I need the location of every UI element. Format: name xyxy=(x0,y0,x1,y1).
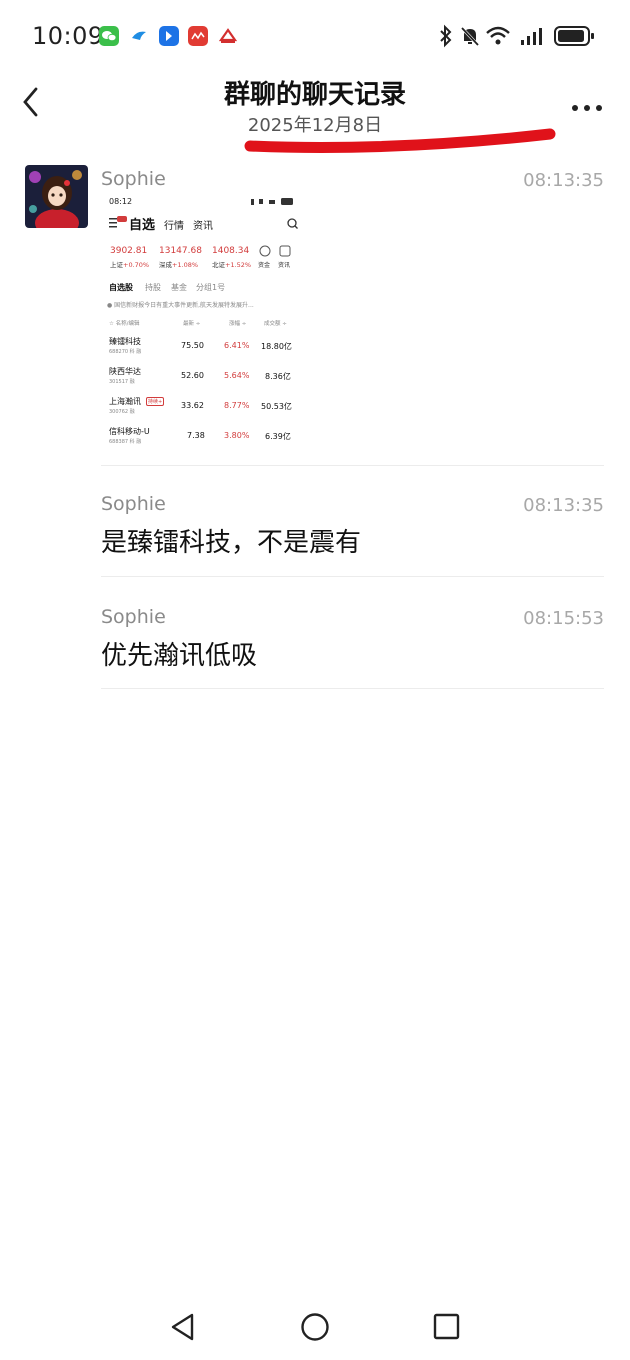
shot-menu-icon xyxy=(109,216,127,228)
shot-stock-price: 7.38 xyxy=(187,431,205,440)
shot-stock-change: 3.80% xyxy=(224,431,250,440)
avatar[interactable] xyxy=(25,165,88,228)
shot-quick-label: 资讯 xyxy=(278,262,291,269)
shot-tab: 资讯 xyxy=(193,221,213,232)
shot-column-header: ☆ 名称/编辑 xyxy=(109,321,140,327)
shot-column-header: 涨幅 ÷ xyxy=(229,321,247,327)
shot-subtab: 分组1号 xyxy=(196,283,226,292)
message-time: 08:13:35 xyxy=(523,170,604,191)
shot-index-value: 13147.68 xyxy=(159,246,202,256)
red-app-icon xyxy=(188,26,208,46)
blue-app-icon xyxy=(159,26,179,46)
shot-stock-change: 5.64% xyxy=(224,371,250,380)
battery-icon xyxy=(554,25,596,51)
shot-subtab: 基金 xyxy=(171,283,187,292)
shot-fund-icon xyxy=(259,245,271,257)
shot-stock-name: 臻镭科技 xyxy=(109,337,141,346)
shot-search-icon xyxy=(287,218,298,229)
nav-back-icon[interactable] xyxy=(168,1312,198,1342)
shot-status-time: 08:12 xyxy=(109,197,133,206)
mute-bell-icon xyxy=(458,24,482,52)
shot-stock-code: 688270 科 融 xyxy=(109,349,142,355)
shot-index-name: 深成 xyxy=(159,261,172,269)
shot-index-name: 北证 xyxy=(212,261,225,269)
sender-name: Sophie xyxy=(101,493,166,515)
shot-index-value: 1408.34 xyxy=(212,246,250,256)
message-text: 优先瀚讯低吸 xyxy=(101,641,258,671)
divider xyxy=(101,688,604,689)
shot-tab-active: 自选 xyxy=(129,218,156,233)
shot-stock-amount: 18.80亿 xyxy=(261,342,292,351)
shot-stock-code: 301517 融 xyxy=(109,379,135,385)
wifi-icon xyxy=(485,24,513,52)
shot-index-change: +0.70% xyxy=(123,261,150,269)
divider xyxy=(101,465,604,466)
nav-home-icon[interactable] xyxy=(300,1312,330,1342)
page-title: 群聊的聊天记录 xyxy=(223,80,406,110)
bird-app-icon xyxy=(129,26,149,46)
brand-app-icon xyxy=(218,26,238,46)
message-time: 08:13:35 xyxy=(523,495,604,516)
shot-stock-change: 8.77% xyxy=(224,401,250,410)
message-time: 08:15:53 xyxy=(523,608,604,629)
shot-index-change: +1.08% xyxy=(172,261,199,269)
shot-quick-label: 资金 xyxy=(258,262,271,269)
shot-stock-name: 上海瀚讯 xyxy=(109,397,141,406)
shot-stock-amount: 50.53亿 xyxy=(261,402,292,411)
message-text: 是臻镭科技，不是震有 xyxy=(101,528,362,558)
shot-stock-name: 信科移动-U xyxy=(109,427,150,436)
sender-name: Sophie xyxy=(101,168,166,190)
wechat-icon xyxy=(99,26,119,46)
shot-stock-amount: 6.39亿 xyxy=(265,432,291,441)
shot-stock-change: 6.41% xyxy=(224,341,250,350)
shot-stock-price: 75.50 xyxy=(181,341,204,350)
nav-recents-icon[interactable] xyxy=(432,1312,462,1342)
bluetooth-icon xyxy=(438,24,454,52)
divider xyxy=(101,576,604,577)
shot-stock-tag: 持续+ xyxy=(146,397,165,406)
shot-status-icons xyxy=(251,198,293,205)
more-options-icon[interactable] xyxy=(570,98,604,111)
shot-subtab: 自选股 xyxy=(109,283,133,292)
shot-index-value: 3902.81 xyxy=(110,246,148,256)
shot-news-icon xyxy=(279,245,291,257)
shot-stock-name: 陕西华达 xyxy=(109,367,141,376)
shot-tab: 行情 xyxy=(164,221,184,232)
shared-screenshot-image[interactable]: 08:12 自选 行情 资讯 3902.81 上证+0.70% 13147.68… xyxy=(101,192,299,446)
status-time: 10:09 xyxy=(32,22,104,50)
shot-stock-price: 52.60 xyxy=(181,371,204,380)
shot-column-header: 成交额 ÷ xyxy=(264,321,287,327)
shot-index-change: +1.52% xyxy=(225,261,252,269)
shot-stock-amount: 8.36亿 xyxy=(265,372,291,381)
shot-column-header: 最新 ÷ xyxy=(183,321,201,327)
shot-subtab: 持股 xyxy=(145,283,161,292)
shot-stock-price: 33.62 xyxy=(181,401,204,410)
shot-index-name: 上证 xyxy=(110,261,123,269)
shot-stock-code: 300762 融 xyxy=(109,409,135,415)
signal-icon xyxy=(520,25,548,51)
shot-stock-code: 688387 科 融 xyxy=(109,439,142,445)
red-annotation-stroke xyxy=(244,128,556,153)
sender-name: Sophie xyxy=(101,606,166,628)
shot-notice: ● 国信新财报今日有重大事件更新,航天发展特发展升... xyxy=(107,302,254,309)
